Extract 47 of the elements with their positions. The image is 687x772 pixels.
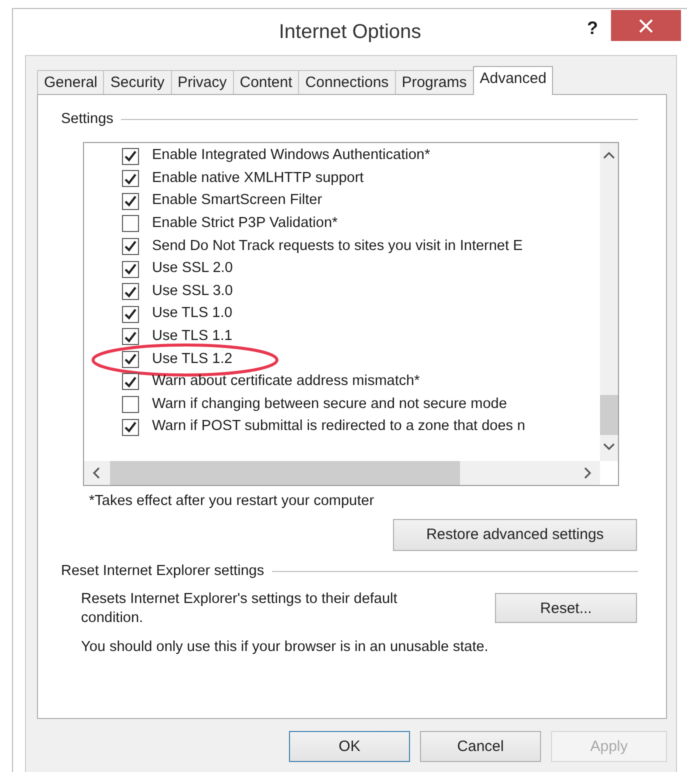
checkbox[interactable] bbox=[122, 148, 139, 165]
window-title: Internet Options bbox=[278, 20, 422, 45]
scroll-up-icon[interactable] bbox=[603, 150, 615, 159]
reset-description: Resets Internet Explorer's settings to their default condition. bbox=[81, 590, 398, 628]
scrollbar-thumb[interactable] bbox=[600, 394, 618, 435]
setting-label: Warn if POST submittal is redirected to a zone that does n bbox=[152, 417, 526, 436]
tab[interactable]: General bbox=[37, 70, 104, 95]
checkbox[interactable] bbox=[122, 215, 139, 232]
checkbox[interactable] bbox=[122, 238, 139, 255]
dialog-button[interactable]: Cancel bbox=[420, 731, 541, 762]
setting-label: Use TLS 1.2 bbox=[152, 350, 232, 369]
checkbox[interactable] bbox=[122, 396, 139, 414]
tab[interactable]: Advanced bbox=[472, 66, 554, 95]
setting-label: Use SSL 2.0 bbox=[152, 259, 233, 278]
checkbox[interactable] bbox=[122, 373, 139, 390]
close-icon bbox=[639, 18, 653, 32]
checkbox[interactable] bbox=[122, 306, 139, 323]
setting-label: Use TLS 1.0 bbox=[152, 304, 232, 324]
footnote: *Takes effect after you restart your computer bbox=[89, 492, 376, 511]
scroll-right-icon[interactable] bbox=[584, 466, 592, 479]
setting-label: Use TLS 1.1 bbox=[152, 326, 232, 346]
dialog-button[interactable]: OK bbox=[289, 731, 410, 762]
setting-label: Enable native XMLHTTP support bbox=[152, 168, 364, 188]
warning-text: You should only use this if your browser is in an unusable state. bbox=[81, 638, 490, 658]
setting-label: Warn about certificate address mismatch* bbox=[152, 372, 420, 392]
scroll-down-icon[interactable] bbox=[603, 442, 615, 451]
group-title: Reset Internet Explorer settings bbox=[61, 562, 264, 580]
scrollbar-thumb[interactable] bbox=[110, 460, 460, 485]
checkbox[interactable] bbox=[122, 418, 139, 436]
checkbox[interactable] bbox=[122, 283, 139, 300]
checkbox[interactable] bbox=[122, 192, 139, 210]
restore-button[interactable]: Restore advanced settings bbox=[393, 518, 637, 550]
setting-label: Enable SmartScreen Filter bbox=[152, 191, 322, 210]
setting-label: Warn if changing between secure and not secure mode bbox=[152, 394, 507, 414]
checkbox[interactable] bbox=[122, 328, 139, 346]
checkbox[interactable] bbox=[122, 170, 139, 188]
setting-label: Use SSL 3.0 bbox=[152, 282, 233, 301]
help-button[interactable]: ? bbox=[587, 15, 598, 42]
setting-label: Enable Integrated Windows Authentication* bbox=[152, 146, 430, 166]
setting-label: Send Do Not Track requests to sites you visit in Internet E bbox=[152, 236, 523, 256]
reset-button[interactable]: Reset... bbox=[495, 593, 637, 624]
setting-label: Enable Strict P3P Validation* bbox=[152, 214, 338, 233]
checkbox[interactable] bbox=[122, 350, 139, 368]
scroll-left-icon[interactable] bbox=[92, 466, 100, 479]
checkbox[interactable] bbox=[122, 260, 139, 278]
close-button[interactable] bbox=[611, 10, 681, 41]
group-title: Settings bbox=[61, 110, 114, 129]
